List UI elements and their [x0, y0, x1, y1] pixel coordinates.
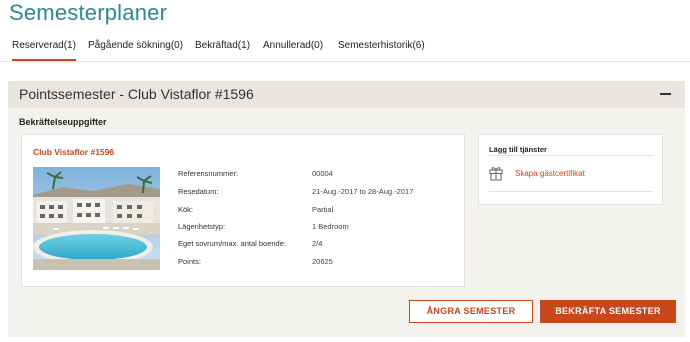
tab-pagaende-sokning[interactable]: Pågående sökning(0): [88, 40, 183, 51]
create-guest-certificate-link[interactable]: Skapa gästcertifikat: [515, 169, 585, 178]
vacation-panel: Pointssemester - Club Vistaflor #1596 Be…: [8, 81, 685, 337]
detail-value: 2/4: [312, 239, 323, 248]
resort-photo: [33, 167, 160, 270]
detail-label: Points:: [178, 257, 201, 266]
detail-value: 21-Aug.-2017 to 28-Aug.-2017: [312, 187, 414, 196]
panel-header[interactable]: Pointssemester - Club Vistaflor #1596: [8, 81, 685, 108]
confirm-vacation-button[interactable]: BEKRÄFTA SEMESTER: [540, 300, 676, 323]
tab-annullerad[interactable]: Annullerad(0): [263, 40, 323, 51]
tab-reserverad[interactable]: Reserverad(1): [12, 40, 76, 61]
booking-card: Club Vistaflor #1596 Referensnummer: 000…: [21, 134, 465, 287]
tab-bar: Reserverad(1) Pågående sökning(0) Bekräf…: [0, 36, 690, 62]
cancel-vacation-button[interactable]: ÅNGRA SEMESTER: [409, 300, 533, 323]
detail-value: 1 Bedroom: [312, 222, 349, 231]
minus-icon[interactable]: [660, 93, 671, 95]
detail-label: Referensnummer:: [178, 169, 239, 178]
divider: [489, 191, 653, 192]
page-title: Semesterplaner: [9, 0, 168, 25]
detail-label: Kök:: [178, 205, 194, 214]
section-title: Bekräftelseuppgifter: [19, 117, 107, 127]
detail-value: 00004: [312, 169, 333, 178]
tab-semesterhistorik[interactable]: Semesterhistorik(6): [338, 40, 425, 51]
divider: [489, 155, 653, 156]
resort-name-link[interactable]: Club Vistaflor #1596: [33, 147, 114, 157]
detail-value: Partial: [312, 205, 334, 214]
services-title: Lägg till tjänster: [489, 145, 547, 154]
panel-title: Pointssemester - Club Vistaflor #1596: [19, 86, 254, 102]
detail-value: 20625: [312, 257, 333, 266]
tab-bekraftad[interactable]: Bekräftad(1): [195, 40, 250, 51]
detail-label: Eget sovrum/max. antal boende:: [178, 239, 286, 248]
detail-label: Lägenhetstyp:: [178, 222, 226, 231]
gift-icon[interactable]: [489, 165, 503, 181]
services-box: Lägg till tjänster Skapa gästcertifikat: [478, 134, 663, 205]
detail-label: Resedatum:: [178, 187, 219, 196]
